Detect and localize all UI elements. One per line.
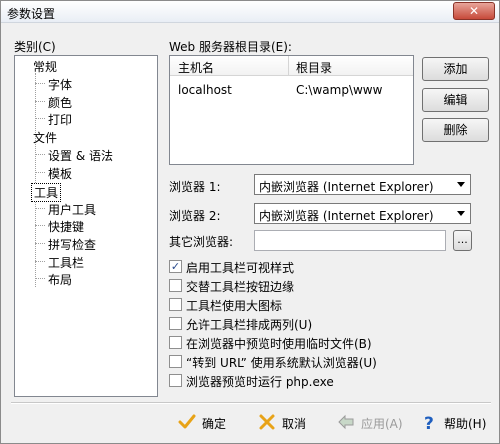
tree-connector xyxy=(35,154,45,155)
cell-host: localhost xyxy=(178,83,232,97)
tree-connector xyxy=(35,101,45,102)
x-icon xyxy=(259,414,275,430)
column-divider[interactable] xyxy=(288,56,289,76)
browser1-label: 浏览器 1: xyxy=(169,180,221,194)
tree-item-tools[interactable]: 工具 xyxy=(31,183,62,202)
browser1-select[interactable]: 内嵌浏览器 (Internet Explorer) xyxy=(254,174,471,195)
option-checkbox[interactable]: ✓ xyxy=(169,260,182,273)
tree-item-templates[interactable]: 模板 xyxy=(48,165,72,182)
tree-item-print[interactable]: 打印 xyxy=(48,111,72,128)
tree-item-files[interactable]: 文件 xyxy=(33,129,57,146)
option-label[interactable]: 启用工具栏可视样式 xyxy=(186,259,294,276)
option-label[interactable]: 浏览器预览时运行 php.exe xyxy=(186,373,334,390)
edit-button[interactable]: 编辑 xyxy=(422,88,489,112)
tree-item-toolbar[interactable]: 工具栏 xyxy=(48,254,84,271)
tree-connector xyxy=(35,243,45,244)
tree-connector xyxy=(35,225,45,226)
category-tree: 常规 字体 颜色 打印 文件 设置 & 语法 模板 工具 用户工具 快捷键 拼写… xyxy=(14,55,158,397)
chevron-down-icon xyxy=(457,182,465,187)
tree-connector xyxy=(35,118,45,119)
column-header-root[interactable]: 根目录 xyxy=(296,59,332,76)
browser1-value: 内嵌浏览器 (Internet Explorer) xyxy=(259,180,434,194)
tree-connector xyxy=(35,208,45,209)
tree-connector xyxy=(35,83,45,84)
checkmark-icon: ✓ xyxy=(170,260,181,273)
tree-item-general[interactable]: 常规 xyxy=(33,58,57,75)
browse-button[interactable]: ... xyxy=(453,230,472,251)
chevron-down-icon xyxy=(457,211,465,216)
option-checkbox[interactable] xyxy=(169,374,182,387)
apply-label: 应用(A) xyxy=(361,417,403,431)
option-label[interactable]: 允许工具栏排成两列(U) xyxy=(186,316,312,333)
ok-button[interactable]: 确定 xyxy=(178,413,228,433)
question-icon: ? xyxy=(424,414,434,431)
svg-text:?: ? xyxy=(424,414,434,431)
webroot-label: Web 服务器根目录(E): xyxy=(169,40,292,54)
tree-connector xyxy=(35,261,45,262)
browser2-select[interactable]: 内嵌浏览器 (Internet Explorer) xyxy=(254,203,471,224)
tree-item-colors[interactable]: 颜色 xyxy=(48,94,72,111)
help-label: 帮助(H) xyxy=(444,417,487,431)
webroot-table: 主机名 根目录 localhost C:\wamp\www xyxy=(169,55,414,165)
delete-button[interactable]: 删除 xyxy=(422,118,489,142)
cell-root: C:\wamp\www xyxy=(296,83,383,97)
option-checkbox[interactable] xyxy=(169,279,182,292)
other-browser-input[interactable] xyxy=(254,230,446,251)
category-label: 类别(C) xyxy=(14,40,56,54)
preferences-dialog: 参数设置 ✕ 类别(C) 常规 字体 颜色 打印 文件 设置 & 语法 模板 工… xyxy=(0,0,500,444)
column-header-host[interactable]: 主机名 xyxy=(178,59,214,76)
tree-item-shortcuts[interactable]: 快捷键 xyxy=(48,218,84,235)
tree-item-layout[interactable]: 布局 xyxy=(48,271,72,288)
option-label[interactable]: 交替工具栏按钮边缘 xyxy=(186,278,294,295)
arrow-left-icon xyxy=(338,414,354,430)
browser2-label: 浏览器 2: xyxy=(169,209,221,223)
cancel-label: 取消 xyxy=(282,417,307,431)
cancel-button[interactable]: 取消 xyxy=(258,413,308,433)
table-header: 主机名 根目录 xyxy=(170,56,413,76)
tree-connector xyxy=(35,278,45,279)
tree-item-user-tools[interactable]: 用户工具 xyxy=(48,201,96,218)
option-label[interactable]: 在浏览器中预览时使用临时文件(B) xyxy=(186,335,372,352)
tree-item-spellcheck[interactable]: 拼写检查 xyxy=(48,236,96,253)
tree-connector xyxy=(35,172,45,173)
ok-label: 确定 xyxy=(202,417,227,431)
option-label[interactable]: 工具栏使用大图标 xyxy=(186,297,282,314)
window-title: 参数设置 xyxy=(7,7,56,21)
tree-item-fonts[interactable]: 字体 xyxy=(48,76,72,93)
help-button[interactable]: ? 帮助(H) xyxy=(420,413,486,433)
browser2-value: 内嵌浏览器 (Internet Explorer) xyxy=(259,209,434,223)
tree-item-settings-syntax[interactable]: 设置 & 语法 xyxy=(48,147,113,164)
other-browser-label: 其它浏览器: xyxy=(169,235,234,249)
title-bar: 参数设置 ✕ xyxy=(1,1,499,23)
add-button[interactable]: 添加 xyxy=(422,57,489,81)
option-checkbox[interactable] xyxy=(169,298,182,311)
footer-separator xyxy=(11,402,491,404)
apply-button[interactable]: 应用(A) xyxy=(337,413,403,433)
option-checkbox[interactable] xyxy=(169,317,182,330)
close-button[interactable]: ✕ xyxy=(453,2,495,20)
option-checkbox[interactable] xyxy=(169,336,182,349)
option-checkbox[interactable] xyxy=(169,355,182,368)
check-icon xyxy=(178,414,196,429)
option-label[interactable]: “转到 URL” 使用系统默认浏览器(U) xyxy=(186,354,377,371)
